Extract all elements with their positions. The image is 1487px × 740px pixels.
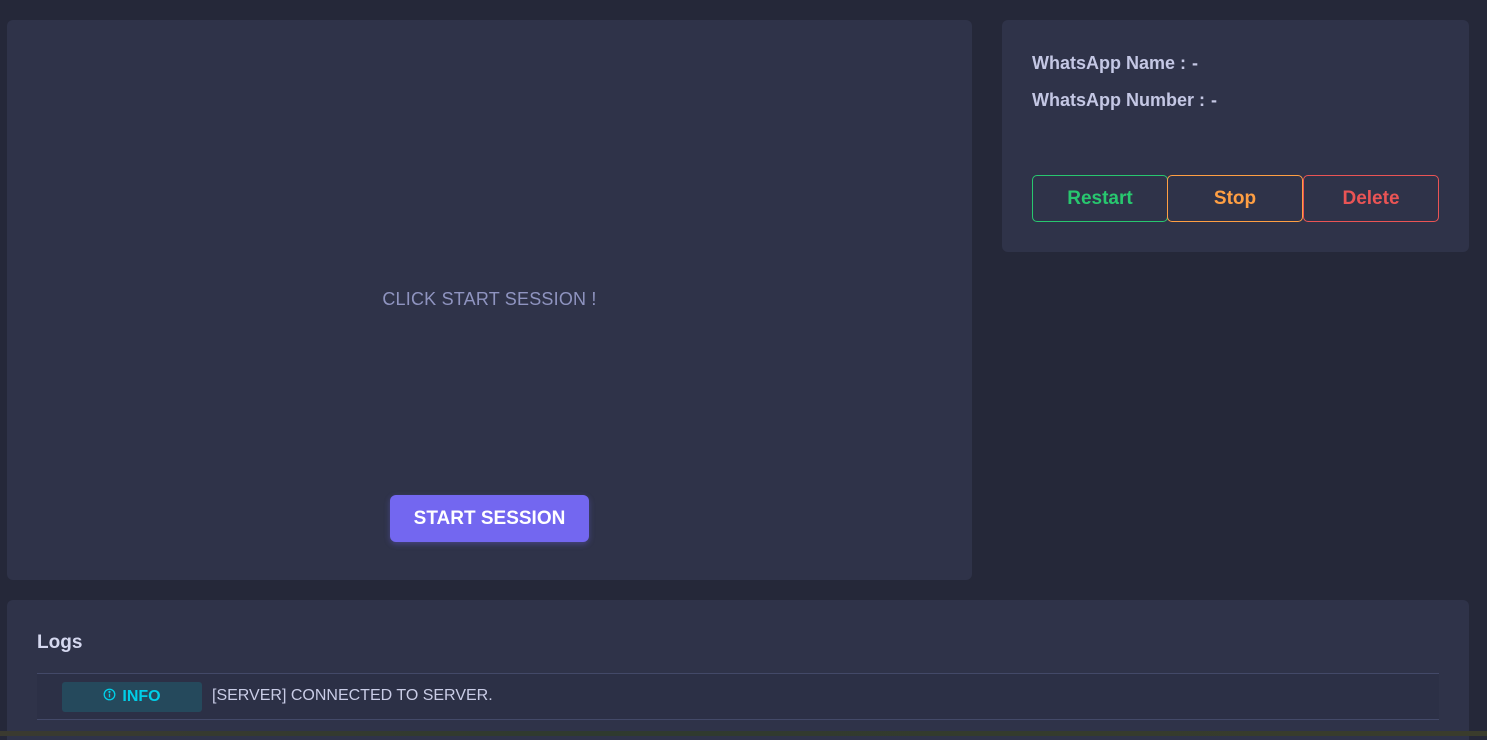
session-card: CLICK START SESSION ! START SESSION	[7, 20, 972, 580]
logs-card: Logs INFO [SERVER] CONNECTED TO SERVER.	[7, 600, 1469, 740]
taskbar-strip	[0, 731, 1487, 736]
log-message: [SERVER] CONNECTED TO SERVER.	[212, 687, 493, 705]
log-row: INFO [SERVER] CONNECTED TO SERVER.	[37, 674, 1439, 720]
restart-button[interactable]: Restart	[1032, 175, 1168, 222]
whatsapp-name-value: -	[1192, 53, 1198, 73]
logs-table: INFO [SERVER] CONNECTED TO SERVER.	[37, 673, 1439, 720]
info-circle-icon	[103, 688, 116, 706]
log-level-label: INFO	[122, 688, 160, 706]
logs-title: Logs	[37, 632, 82, 654]
whatsapp-number-label: WhatsApp Number :	[1032, 90, 1205, 110]
log-level-badge: INFO	[62, 682, 202, 712]
delete-button[interactable]: Delete	[1303, 175, 1439, 222]
session-status-message: CLICK START SESSION !	[7, 289, 972, 310]
whatsapp-name-row: WhatsApp Name :-	[1032, 53, 1198, 74]
whatsapp-info-card: WhatsApp Name :- WhatsApp Number :- Rest…	[1002, 20, 1469, 252]
whatsapp-number-row: WhatsApp Number :-	[1032, 90, 1217, 111]
whatsapp-number-value: -	[1211, 90, 1217, 110]
stop-button[interactable]: Stop	[1167, 175, 1303, 222]
whatsapp-name-label: WhatsApp Name :	[1032, 53, 1186, 73]
start-session-button[interactable]: START SESSION	[390, 495, 589, 542]
